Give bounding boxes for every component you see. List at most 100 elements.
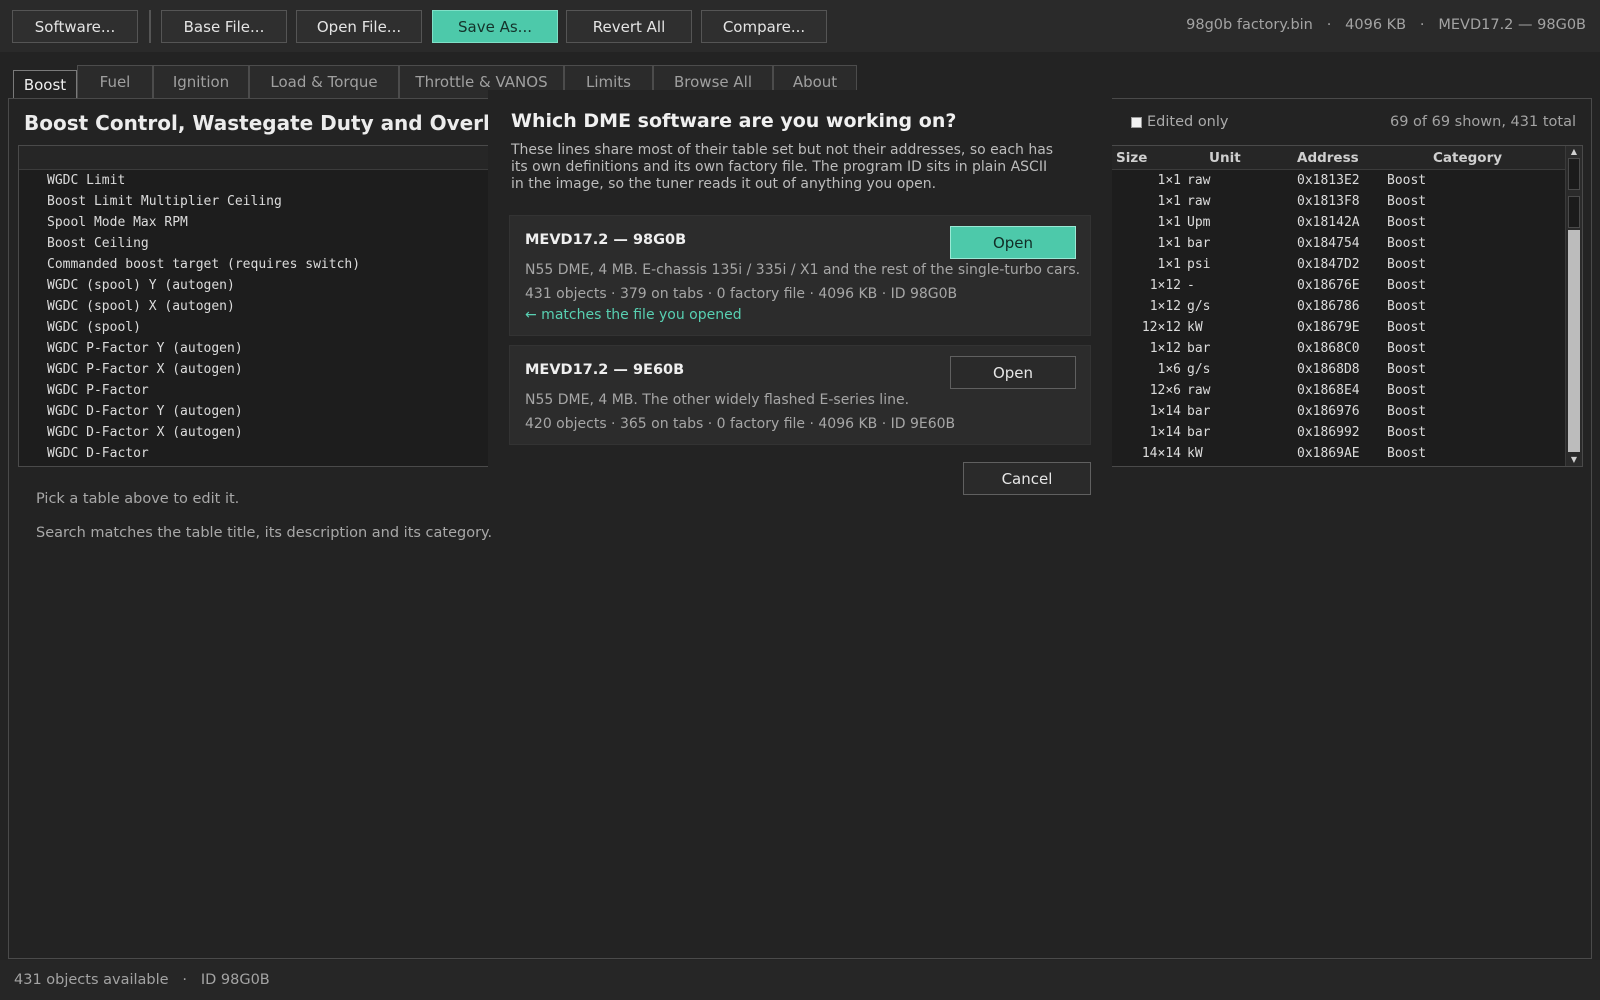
row-name: WGDC D-Factor xyxy=(47,446,149,461)
tab-boost[interactable]: Boost xyxy=(13,70,77,99)
row-unit: bar xyxy=(1187,404,1211,419)
scrollbar-thumb-secondary[interactable] xyxy=(1568,196,1580,228)
row-unit: raw xyxy=(1187,173,1211,188)
row-address: 0x18679E xyxy=(1297,320,1360,335)
toolbar-separator xyxy=(149,10,151,43)
scrollbar-thumb[interactable] xyxy=(1568,158,1580,190)
row-category: Boost xyxy=(1387,278,1427,293)
row-category: Boost xyxy=(1387,236,1427,251)
row-name: WGDC (spool) X (autogen) xyxy=(47,299,235,314)
software-dialog: Which DME software are you working on? T… xyxy=(488,90,1112,502)
column-header-address[interactable]: Address xyxy=(1297,150,1359,166)
status-text: 431 objects available · ID 98G0B xyxy=(14,972,270,988)
row-name: WGDC P-Factor X (autogen) xyxy=(47,362,243,377)
tab-fuel[interactable]: Fuel xyxy=(77,65,153,98)
open-9e60b-button[interactable]: Open xyxy=(950,356,1076,389)
row-unit: bar xyxy=(1187,236,1211,251)
row-category: Boost xyxy=(1387,215,1427,230)
option-description: N55 DME, 4 MB. The other widely flashed … xyxy=(525,392,910,408)
open-98g0b-button[interactable]: Open xyxy=(950,226,1076,259)
compare-button[interactable]: Compare... xyxy=(701,10,827,43)
row-address: 0x1868C0 xyxy=(1297,341,1360,356)
option-stats: 431 objects · 379 on tabs · 0 factory fi… xyxy=(525,286,958,302)
row-address: 0x1869AE xyxy=(1297,446,1360,461)
row-address: 0x184754 xyxy=(1297,236,1360,251)
row-unit: - xyxy=(1187,278,1195,293)
row-category: Boost xyxy=(1387,257,1427,272)
base-file-button[interactable]: Base File... xyxy=(161,10,287,43)
row-unit: Upm xyxy=(1187,215,1211,230)
row-address: 0x18676E xyxy=(1297,278,1360,293)
row-unit: bar xyxy=(1187,425,1211,440)
row-address: 0x186786 xyxy=(1297,299,1360,314)
row-unit: g/s xyxy=(1187,299,1211,314)
row-unit: kW xyxy=(1187,446,1203,461)
row-name: WGDC P-Factor xyxy=(47,383,149,398)
edited-only-checkbox[interactable]: Edited only xyxy=(1131,114,1229,130)
save-as-button[interactable]: Save As... xyxy=(432,10,558,43)
row-name: WGDC D-Factor Y (autogen) xyxy=(47,404,243,419)
row-unit: g/s xyxy=(1187,362,1211,377)
page-title: Boost Control, Wastegate Duty and Overbo… xyxy=(24,111,488,135)
row-address: 0x186992 xyxy=(1297,425,1360,440)
column-header-size[interactable]: Size xyxy=(1116,150,1147,166)
edited-only-label: Edited only xyxy=(1147,114,1229,130)
hint-pick-table: Pick a table above to edit it. xyxy=(36,491,240,507)
vertical-scrollbar[interactable]: ▲ ▼ xyxy=(1565,146,1582,466)
open-file-button[interactable]: Open File... xyxy=(296,10,422,43)
file-info: 98g0b factory.bin · 4096 KB · MEVD17.2 —… xyxy=(1186,17,1586,33)
row-address: 0x1868E4 xyxy=(1297,383,1360,398)
row-category: Boost xyxy=(1387,320,1427,335)
revert-all-button[interactable]: Revert All xyxy=(566,10,692,43)
cancel-button[interactable]: Cancel xyxy=(963,462,1091,495)
column-header-unit[interactable]: Unit xyxy=(1209,150,1241,166)
row-name: Commanded boost target (requires switch) xyxy=(47,257,361,272)
row-category: Boost xyxy=(1387,299,1427,314)
scroll-up-arrow[interactable]: ▲ xyxy=(1566,146,1582,158)
column-header-category[interactable]: Category xyxy=(1433,150,1502,166)
row-unit: raw xyxy=(1187,383,1211,398)
row-name: Spool Mode Max RPM xyxy=(47,215,188,230)
software-button[interactable]: Software... xyxy=(12,10,138,43)
match-indicator: ← matches the file you opened xyxy=(525,307,742,323)
tab-load-torque[interactable]: Load & Torque xyxy=(249,65,399,98)
row-address: 0x18142A xyxy=(1297,215,1360,230)
row-name: WGDC Limit xyxy=(47,173,126,188)
row-unit: kW xyxy=(1187,320,1203,335)
option-stats: 420 objects · 365 on tabs · 0 factory fi… xyxy=(525,416,956,432)
software-option-98g0b[interactable]: MEVD17.2 — 98G0B Open N55 DME, 4 MB. E-c… xyxy=(509,215,1091,336)
scroll-down-arrow[interactable]: ▼ xyxy=(1566,454,1582,466)
row-unit: bar xyxy=(1187,341,1211,356)
tab-ignition[interactable]: Ignition xyxy=(153,65,249,98)
row-name: WGDC (spool) Y (autogen) xyxy=(47,278,235,293)
row-unit: psi xyxy=(1187,257,1211,272)
dialog-title: Which DME software are you working on? xyxy=(511,110,957,132)
status-bar: 431 objects available · ID 98G0B xyxy=(0,960,1600,1000)
row-category: Boost xyxy=(1387,404,1427,419)
option-name: MEVD17.2 — 9E60B xyxy=(525,362,685,378)
option-description: N55 DME, 4 MB. E-chassis 135i / 335i / X… xyxy=(525,262,1081,278)
row-name: WGDC (spool) xyxy=(47,320,141,335)
row-address: 0x186976 xyxy=(1297,404,1360,419)
row-category: Boost xyxy=(1387,425,1427,440)
row-name: Boost Limit Multiplier Ceiling xyxy=(47,194,282,209)
row-category: Boost xyxy=(1387,194,1427,209)
row-name: WGDC P-Factor Y (autogen) xyxy=(47,341,243,356)
row-address: 0x1868D8 xyxy=(1297,362,1360,377)
option-name: MEVD17.2 — 98G0B xyxy=(525,232,687,248)
row-category: Boost xyxy=(1387,383,1427,398)
software-option-9e60b[interactable]: MEVD17.2 — 9E60B Open N55 DME, 4 MB. The… xyxy=(509,345,1091,445)
row-category: Boost xyxy=(1387,173,1427,188)
row-name: WGDC D-Factor X (autogen) xyxy=(47,425,243,440)
toolbar: Software... Base File... Open File... Sa… xyxy=(0,0,1600,52)
row-address: 0x1847D2 xyxy=(1297,257,1360,272)
row-name: Boost Ceiling xyxy=(47,236,149,251)
checkbox-box[interactable] xyxy=(1131,116,1142,128)
shown-count: 69 of 69 shown, 431 total xyxy=(1389,114,1576,130)
scrollbar-track[interactable] xyxy=(1568,230,1580,452)
row-category: Boost xyxy=(1387,446,1427,461)
row-category: Boost xyxy=(1387,341,1427,356)
row-category: Boost xyxy=(1387,362,1427,377)
row-address: 0x1813F8 xyxy=(1297,194,1360,209)
row-unit: raw xyxy=(1187,194,1211,209)
